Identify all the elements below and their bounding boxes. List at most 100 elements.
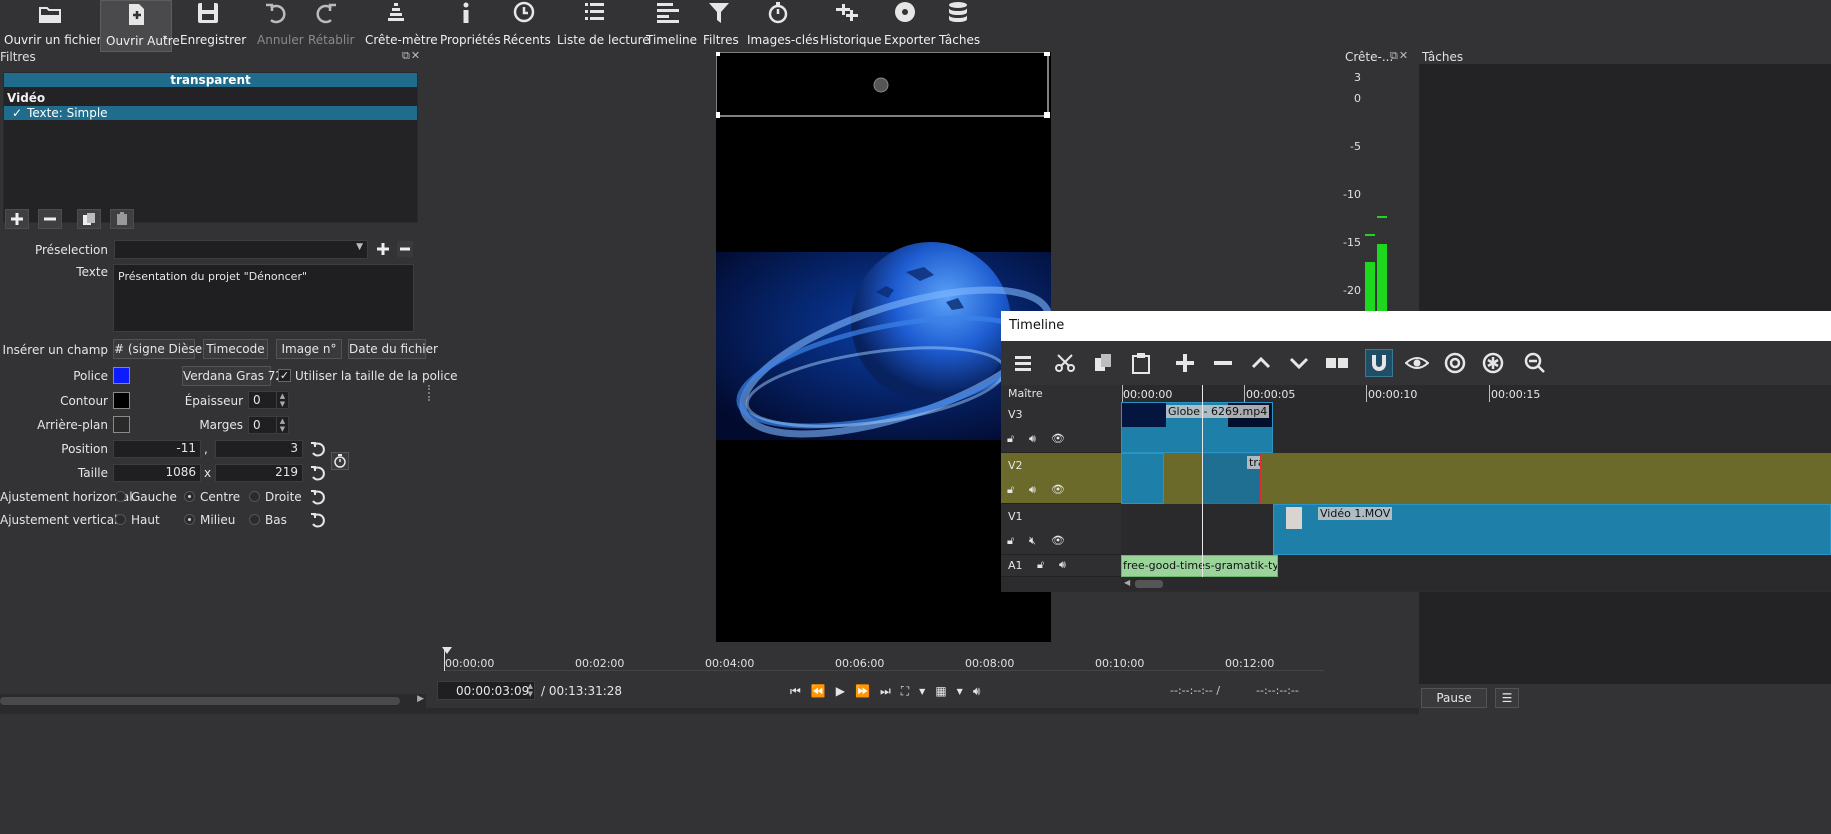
append-button[interactable]	[1171, 349, 1199, 377]
lock-icon[interactable]: 🔓︎	[1007, 483, 1014, 497]
cut-button[interactable]	[1051, 349, 1079, 377]
skip-next-icon[interactable]: ⏭	[880, 684, 891, 699]
master-track-header[interactable]: Maître	[1001, 385, 1121, 402]
timeline-menu-button[interactable]	[1009, 349, 1037, 377]
insert-date-button[interactable]: Date du fichier	[348, 339, 438, 359]
paste-filter-button[interactable]	[110, 209, 134, 229]
speaker-icon[interactable]: 🔊︎	[1029, 483, 1036, 497]
remove-filter-button[interactable]	[38, 209, 62, 229]
redo-button[interactable]: Rétablir	[306, 0, 354, 52]
scrub-button[interactable]	[1403, 349, 1431, 377]
copy-button[interactable]	[1089, 349, 1117, 377]
properties-button[interactable]: Propriétés	[438, 0, 501, 52]
size-height-input[interactable]: 219	[215, 464, 303, 482]
filters-button[interactable]: Filtres	[700, 0, 739, 52]
background-color-swatch[interactable]	[113, 416, 130, 433]
position-x-input[interactable]: -11	[113, 440, 201, 458]
pause-button[interactable]: Pause	[1421, 688, 1487, 708]
valign-top-radio[interactable]	[115, 514, 126, 525]
track-header-a1[interactable]: A1 🔓︎ 🔊︎	[1001, 555, 1121, 577]
clip-transparent[interactable]: tra	[1202, 453, 1261, 504]
lift-button[interactable]	[1247, 349, 1275, 377]
timeline-horizontal-scrollbar[interactable]: ◀	[1121, 578, 1831, 590]
lock-icon[interactable]: 🔓︎	[1037, 558, 1044, 572]
eye-icon[interactable]: 👁︎	[1051, 534, 1065, 547]
paste-button[interactable]	[1127, 349, 1155, 377]
skip-previous-icon[interactable]: ⏮	[790, 684, 801, 699]
keyframes-stopwatch-button[interactable]	[331, 452, 349, 470]
play-icon[interactable]: ▶	[836, 684, 845, 698]
copy-filter-button[interactable]	[77, 209, 101, 229]
tasks-button[interactable]: Tâches	[938, 0, 980, 52]
track-header-v2[interactable]: V2 🔓︎ 🔊︎ 👁︎	[1001, 453, 1121, 504]
halign-center-radio[interactable]	[184, 491, 195, 502]
position-y-input[interactable]: 3	[215, 440, 303, 458]
eye-icon[interactable]: 👁︎	[1051, 483, 1065, 496]
track-lane-v2[interactable]: tra	[1121, 453, 1831, 504]
remove-button[interactable]	[1209, 349, 1237, 377]
outline-color-swatch[interactable]	[113, 392, 130, 409]
lock-icon[interactable]: 🔓︎	[1007, 534, 1014, 548]
halign-right-radio[interactable]	[249, 491, 260, 502]
spin-arrows-icon[interactable]: ▲ ▼	[276, 417, 288, 433]
ripple-button[interactable]	[1441, 349, 1469, 377]
add-preset-button[interactable]	[374, 240, 392, 258]
export-button[interactable]: Exporter	[882, 0, 936, 52]
playlist-button[interactable]: Liste de lecture	[556, 0, 650, 52]
clip-audio[interactable]: free-good-times-gramatik-type-b	[1121, 555, 1278, 577]
open-file-button[interactable]: Ouvrir un fichier...	[4, 0, 112, 52]
filters-horizontal-scrollbar[interactable]: ▶	[0, 694, 426, 708]
text-input[interactable]: Présentation du projet "Dénoncer"	[113, 264, 414, 332]
timeline-button[interactable]: Timeline	[644, 0, 697, 52]
lock-icon[interactable]: 🔓︎	[1007, 432, 1014, 446]
zoom-fit-icon[interactable]: ⛶	[901, 684, 909, 699]
rewind-icon[interactable]: ⏪	[811, 684, 826, 698]
track-header-v1[interactable]: V1 🔓︎ 🔇︎ 👁︎	[1001, 504, 1121, 555]
track-lane-a1[interactable]: free-good-times-gramatik-type-b	[1121, 555, 1831, 577]
spin-arrows-icon[interactable]: ▲ ▼	[528, 682, 533, 698]
font-color-swatch[interactable]	[113, 367, 130, 384]
keyframes-button[interactable]: Images-clés	[746, 0, 819, 52]
filter-item-text-simple[interactable]: ✓ Texte: Simple	[4, 106, 417, 120]
filter-list[interactable]: transparent Vidéo ✓ Texte: Simple	[3, 72, 418, 223]
reset-size-button[interactable]	[308, 464, 326, 482]
timeline-playhead[interactable]	[1202, 385, 1203, 577]
reset-valign-button[interactable]	[308, 511, 326, 529]
chevron-down-icon[interactable]: ▼	[919, 687, 925, 696]
scroll-left-icon[interactable]: ◀	[1124, 578, 1130, 587]
scrollbar-thumb[interactable]	[1135, 580, 1163, 588]
save-button[interactable]: Enregistrer	[178, 0, 246, 52]
history-button[interactable]: Historique	[818, 0, 882, 52]
delete-preset-button[interactable]	[396, 240, 414, 258]
insert-frame-button[interactable]: Image n°	[276, 339, 342, 359]
scroll-right-icon[interactable]: ▶	[417, 694, 424, 704]
zoom-out-button[interactable]	[1521, 349, 1549, 377]
recent-button[interactable]: Récents	[502, 0, 551, 52]
font-button[interactable]: Verdana Gras 72	[182, 366, 283, 386]
fast-forward-icon[interactable]: ⏩	[855, 684, 870, 698]
preset-select[interactable]: ▼	[114, 240, 368, 259]
mute-icon[interactable]: 🔇︎	[1029, 534, 1036, 548]
use-font-size-checkbox[interactable]: ✓	[278, 369, 291, 382]
track-header-v3[interactable]: V3 🔓︎ 🔊︎ 👁︎	[1001, 402, 1121, 453]
chevron-down-icon[interactable]: ▼	[957, 687, 963, 696]
valign-bottom-radio[interactable]	[249, 514, 260, 525]
track-lane-v1[interactable]: Vidéo 1.MOV	[1121, 504, 1831, 555]
reset-halign-button[interactable]	[308, 488, 326, 506]
check-icon[interactable]: ✓	[12, 106, 22, 120]
insert-timecode-button[interactable]: Timecode	[203, 339, 268, 359]
eye-icon[interactable]: 👁︎	[1051, 432, 1065, 445]
split-button[interactable]	[1323, 349, 1351, 377]
ripple-all-button[interactable]	[1479, 349, 1507, 377]
clip-v2-a[interactable]	[1121, 453, 1164, 504]
dock-float-close-buttons[interactable]: ⧉✕	[402, 49, 421, 63]
add-filter-button[interactable]	[5, 209, 29, 229]
size-width-input[interactable]: 1086	[113, 464, 201, 482]
open-other-button[interactable]: Ouvrir Autre ▾	[100, 0, 180, 52]
clip-globe[interactable]: Globe - 6269.mp4	[1121, 402, 1273, 453]
track-lane-v3[interactable]: Globe - 6269.mp4	[1121, 402, 1831, 453]
halign-left-radio[interactable]	[115, 491, 126, 502]
clip-video1[interactable]: Vidéo 1.MOV	[1273, 504, 1831, 555]
valign-middle-radio[interactable]	[184, 514, 195, 525]
speaker-icon[interactable]: 🔊︎	[1029, 432, 1036, 446]
